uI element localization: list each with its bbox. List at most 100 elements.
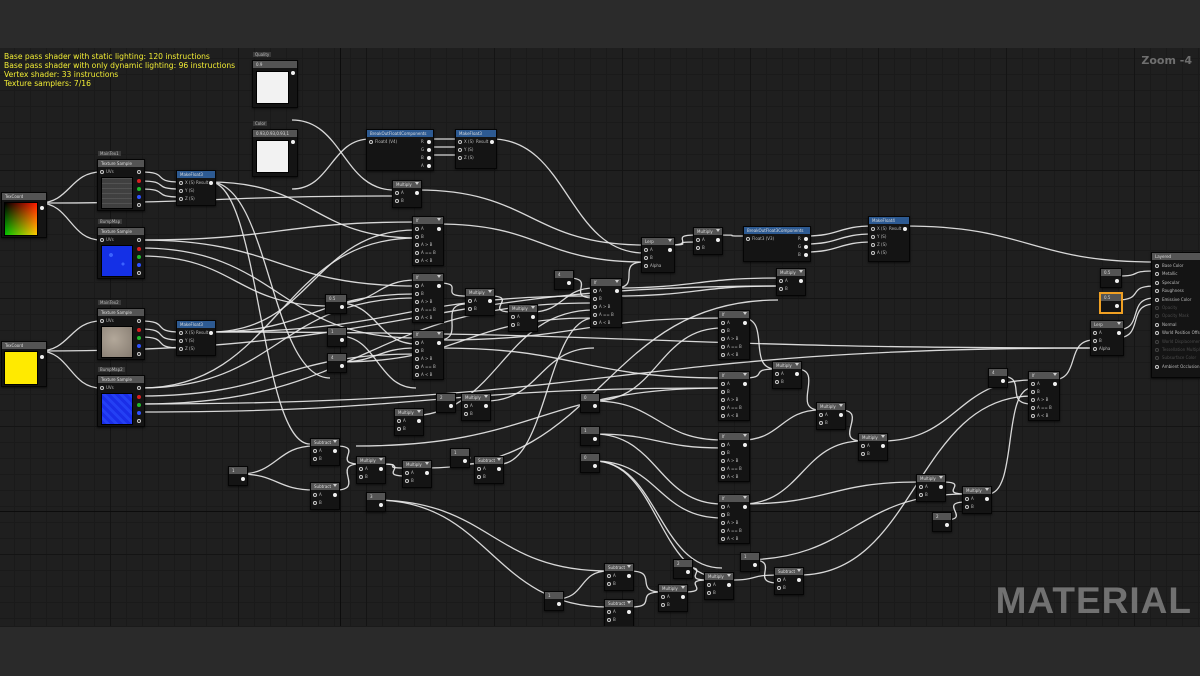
multiply-node[interactable]: Multiply A B <box>508 304 538 332</box>
constant-node[interactable]: 0 <box>580 393 600 413</box>
multiply-node-3[interactable]: Multiply A B <box>776 268 806 296</box>
output-pin[interactable] <box>668 248 672 252</box>
collapse-arrow-icon[interactable] <box>333 440 337 443</box>
lerp-node-1[interactable]: Lerp A B Alpha <box>641 237 675 273</box>
collapse-arrow-icon[interactable] <box>333 484 337 487</box>
output-pin[interactable] <box>716 238 720 242</box>
a-input-pin[interactable] <box>1093 331 1097 335</box>
b-input-pin[interactable] <box>415 292 419 296</box>
alpha-output-pin[interactable] <box>137 271 141 275</box>
a-input-pin[interactable] <box>468 299 472 303</box>
b-input-pin[interactable] <box>965 505 969 509</box>
r-output-pin[interactable] <box>804 237 808 241</box>
a-input-pin[interactable] <box>721 321 725 325</box>
output-pin[interactable] <box>743 443 747 447</box>
rgb-output-pin[interactable] <box>137 386 141 390</box>
collapse-arrow-icon[interactable] <box>615 280 619 283</box>
b-input-pin[interactable] <box>415 235 419 239</box>
x-input-pin[interactable] <box>458 140 462 144</box>
multiply-node[interactable]: Multiply A B <box>356 456 386 484</box>
output-pin[interactable] <box>615 289 619 293</box>
a-input-pin[interactable] <box>721 382 725 386</box>
b-input-pin[interactable] <box>313 457 317 461</box>
z-input-pin[interactable] <box>871 243 875 247</box>
a-input-pin[interactable] <box>919 485 923 489</box>
equal-input-pin[interactable] <box>721 406 725 410</box>
collapse-arrow-icon[interactable] <box>743 434 747 437</box>
a-input-pin[interactable] <box>661 595 665 599</box>
alpha-input-pin[interactable] <box>644 264 648 268</box>
b-input-pin[interactable] <box>779 287 783 291</box>
equal-input-pin[interactable] <box>415 308 419 312</box>
y-input-pin[interactable] <box>179 189 183 193</box>
z-input-pin[interactable] <box>179 347 183 351</box>
material-input-pin[interactable] <box>1155 314 1159 319</box>
green-output-pin[interactable] <box>137 403 141 407</box>
equal-input-pin[interactable] <box>721 345 725 349</box>
texture-sample-bumpmap2[interactable]: Texture Sample UVs <box>97 375 145 427</box>
constant-node-05-selected[interactable]: 0.5 <box>1100 293 1122 313</box>
a-input-pin[interactable] <box>593 289 597 293</box>
a-input-pin[interactable] <box>313 493 317 497</box>
constant-node[interactable]: 1 <box>580 426 600 446</box>
g-output-pin[interactable] <box>804 245 808 249</box>
less-input-pin[interactable] <box>415 316 419 320</box>
constant-node[interactable]: 2 <box>673 559 693 579</box>
output-pin[interactable] <box>795 372 799 376</box>
output-pin[interactable] <box>40 206 44 210</box>
subtract-node[interactable]: Subtract A B <box>604 599 634 626</box>
output-pin[interactable] <box>417 419 421 423</box>
output-pin[interactable] <box>593 404 597 408</box>
collapse-arrow-icon[interactable] <box>531 306 535 309</box>
green-output-pin[interactable] <box>137 255 141 259</box>
constant-node[interactable]: 4 <box>327 353 347 373</box>
blue-output-pin[interactable] <box>137 344 141 348</box>
b-input-pin[interactable] <box>861 452 865 456</box>
output-pin[interactable] <box>567 281 571 285</box>
b-input-pin[interactable] <box>607 618 611 622</box>
collapse-arrow-icon[interactable] <box>488 290 492 293</box>
blue-output-pin[interactable] <box>137 411 141 415</box>
collapse-arrow-icon[interactable] <box>437 275 441 278</box>
collapse-arrow-icon[interactable] <box>425 462 429 465</box>
a-input-pin[interactable] <box>644 248 648 252</box>
texcoord-node-2[interactable]: TexCoord <box>1 341 47 387</box>
greater-input-pin[interactable] <box>415 300 419 304</box>
output-pin[interactable] <box>593 437 597 441</box>
output-pin[interactable] <box>743 321 747 325</box>
output-pin[interactable] <box>627 574 631 578</box>
constant-node-05-b[interactable]: 0.5 <box>325 294 347 314</box>
if-node[interactable]: If A B A > BA == BA < B <box>412 330 444 380</box>
less-input-pin[interactable] <box>721 353 725 357</box>
b-input-pin[interactable] <box>721 329 725 333</box>
less-input-pin[interactable] <box>415 373 419 377</box>
constant-node[interactable]: 4 <box>988 368 1008 388</box>
red-output-pin[interactable] <box>137 179 141 183</box>
output-pin[interactable] <box>727 583 731 587</box>
greater-input-pin[interactable] <box>415 243 419 247</box>
less-input-pin[interactable] <box>721 537 725 541</box>
material-input-pin[interactable] <box>1155 331 1159 336</box>
constant-node[interactable]: 2 <box>436 393 456 413</box>
a-input-pin[interactable] <box>415 284 419 288</box>
b-input-pin[interactable] <box>405 479 409 483</box>
collapse-arrow-icon[interactable] <box>743 312 747 315</box>
b-input-pin[interactable] <box>464 412 468 416</box>
b-input-pin[interactable] <box>359 475 363 479</box>
output-pin[interactable] <box>743 382 747 386</box>
output-pin[interactable] <box>753 563 757 567</box>
a-input-pin[interactable] <box>395 191 399 195</box>
texcoord-node-1[interactable]: TexCoord <box>1 192 47 238</box>
material-input-pin[interactable] <box>1155 272 1159 277</box>
output-pin[interactable] <box>437 284 441 288</box>
equal-input-pin[interactable] <box>1031 406 1035 410</box>
output-pin[interactable] <box>1001 379 1005 383</box>
z-input-pin[interactable] <box>179 197 183 201</box>
equal-input-pin[interactable] <box>415 365 419 369</box>
if-node[interactable]: If A B A > BA == BA < B <box>718 371 750 421</box>
output-pin[interactable] <box>241 477 245 481</box>
b-output-pin[interactable] <box>804 253 808 257</box>
constant-node[interactable]: 3 <box>366 492 386 512</box>
red-output-pin[interactable] <box>137 247 141 251</box>
b-input-pin[interactable] <box>395 199 399 203</box>
